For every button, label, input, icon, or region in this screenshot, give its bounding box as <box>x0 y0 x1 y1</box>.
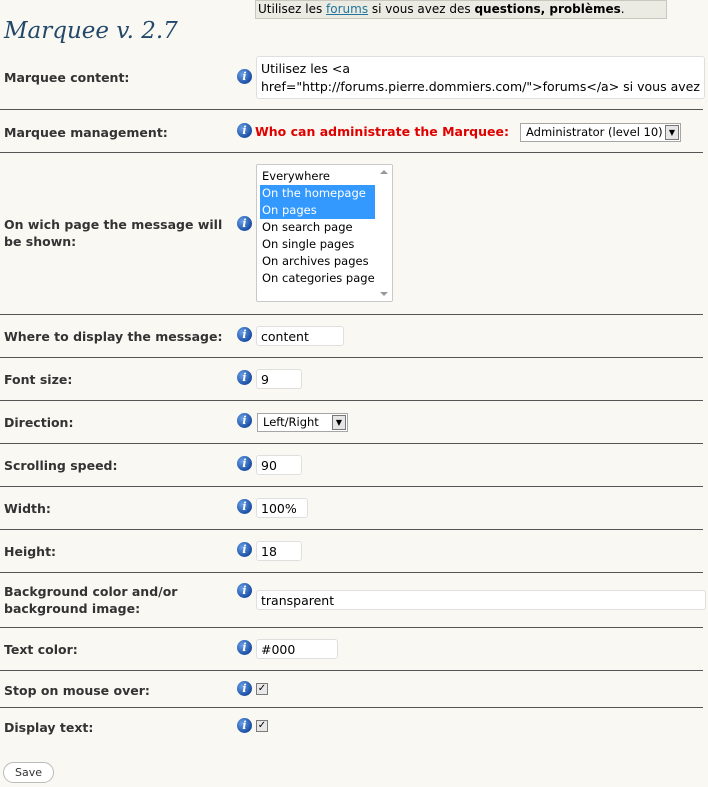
management-label: Marquee management: <box>4 125 168 140</box>
direction-select[interactable]: Left/Right ▼ <box>257 413 348 432</box>
scroll-down-icon[interactable] <box>380 292 388 296</box>
chevron-down-icon: ▼ <box>332 415 346 430</box>
row-pages: On wich page the message will be shown: … <box>0 164 703 304</box>
page-title: Marquee v. 2.7 <box>4 18 178 44</box>
row-direction: Direction: i Left/Right ▼ <box>0 412 703 432</box>
row-where: Where to display the message: i <box>0 326 703 346</box>
option-everywhere[interactable]: Everywhere <box>260 168 375 185</box>
font-size-label: Font size: <box>4 372 73 387</box>
font-size-input[interactable] <box>256 369 302 389</box>
info-icon[interactable]: i <box>237 681 252 696</box>
stop-hover-checkbox[interactable]: ✓ <box>256 683 268 695</box>
content-label: Marquee content: <box>4 70 130 85</box>
info-icon[interactable]: i <box>237 327 252 342</box>
forums-link[interactable]: forums <box>326 2 368 16</box>
divider <box>0 152 703 153</box>
info-icon[interactable]: i <box>237 123 252 138</box>
width-label: Width: <box>4 501 51 516</box>
divider <box>0 443 703 444</box>
option-pages[interactable]: On pages <box>260 202 375 219</box>
where-label: Where to display the message: <box>4 329 223 344</box>
speed-input[interactable] <box>256 455 302 475</box>
row-height: Height: i <box>0 541 703 561</box>
option-search-page[interactable]: On search page <box>260 219 375 236</box>
info-icon[interactable]: i <box>237 413 252 428</box>
divider <box>0 707 703 708</box>
row-display-text: Display text: i ✓ <box>0 718 703 736</box>
divider <box>0 400 703 401</box>
divider <box>0 627 703 628</box>
row-font-size: Font size: i <box>0 369 703 389</box>
stop-hover-label: Stop on mouse over: <box>4 683 150 698</box>
info-icon[interactable]: i <box>237 69 252 84</box>
save-button[interactable]: Save <box>3 762 54 783</box>
preview-middle: si vous avez des <box>368 2 475 16</box>
info-icon[interactable]: i <box>237 456 252 471</box>
info-icon[interactable]: i <box>237 640 252 655</box>
option-archives-pages[interactable]: On archives pages <box>260 253 375 270</box>
divider <box>0 572 703 573</box>
info-icon[interactable]: i <box>237 370 252 385</box>
width-input[interactable] <box>256 498 308 518</box>
info-icon[interactable]: i <box>237 718 252 733</box>
text-color-label: Text color: <box>4 642 78 657</box>
option-single-pages[interactable]: On single pages <box>260 236 375 253</box>
info-icon[interactable]: i <box>237 499 252 514</box>
scroll-up-icon[interactable] <box>380 170 388 174</box>
speed-label: Scrolling speed: <box>4 458 118 473</box>
pages-listbox[interactable]: Everywhere On the homepage On pages On s… <box>256 164 393 302</box>
text-color-input[interactable] <box>256 639 338 659</box>
divider <box>0 529 703 530</box>
option-homepage[interactable]: On the homepage <box>260 185 375 202</box>
direction-value: Left/Right <box>263 415 319 429</box>
info-icon[interactable]: i <box>237 542 252 557</box>
row-stop-hover: Stop on mouse over: i ✓ <box>0 681 703 699</box>
divider <box>0 357 703 358</box>
admin-level-value: Administrator (level 10) <box>526 125 663 139</box>
info-icon[interactable]: i <box>237 216 252 231</box>
divider <box>0 109 703 110</box>
row-background: Background color and/or background image… <box>0 582 706 618</box>
height-label: Height: <box>4 544 57 559</box>
pages-label: On wich page the message will be shown: <box>4 217 223 249</box>
background-input[interactable] <box>256 590 706 610</box>
divider <box>0 670 703 671</box>
direction-label: Direction: <box>4 415 74 430</box>
option-categories-page[interactable]: On categories page <box>260 270 375 287</box>
divider <box>0 486 703 487</box>
row-text-color: Text color: i <box>0 639 703 659</box>
height-input[interactable] <box>256 541 302 561</box>
divider <box>0 314 703 315</box>
row-width: Width: i <box>0 498 703 518</box>
admin-level-select[interactable]: Administrator (level 10) ▼ <box>520 123 681 142</box>
background-label: Background color and/or background image… <box>4 584 178 616</box>
marquee-preview: Utilisez les forums si vous avez des que… <box>255 0 667 19</box>
content-textarea[interactable]: Utilisez les <a href="http://forums.pier… <box>256 56 705 99</box>
preview-bold: questions, problèmes <box>474 2 621 16</box>
display-text-label: Display text: <box>4 720 94 735</box>
listbox-scrollbar[interactable] <box>377 166 391 300</box>
row-content: Marquee content: i Utilisez les <a href=… <box>0 56 705 104</box>
chevron-down-icon: ▼ <box>665 125 679 140</box>
row-speed: Scrolling speed: i <box>0 455 703 475</box>
preview-prefix: Utilisez les <box>258 2 327 16</box>
who-can-administrate-label: Who can administrate the Marquee: <box>255 124 509 139</box>
row-management: Marquee management: i Who can administra… <box>0 122 703 142</box>
info-icon[interactable]: i <box>237 583 252 598</box>
where-input[interactable] <box>256 326 344 346</box>
preview-suffix: . <box>620 2 625 16</box>
display-text-checkbox[interactable]: ✓ <box>256 720 268 732</box>
